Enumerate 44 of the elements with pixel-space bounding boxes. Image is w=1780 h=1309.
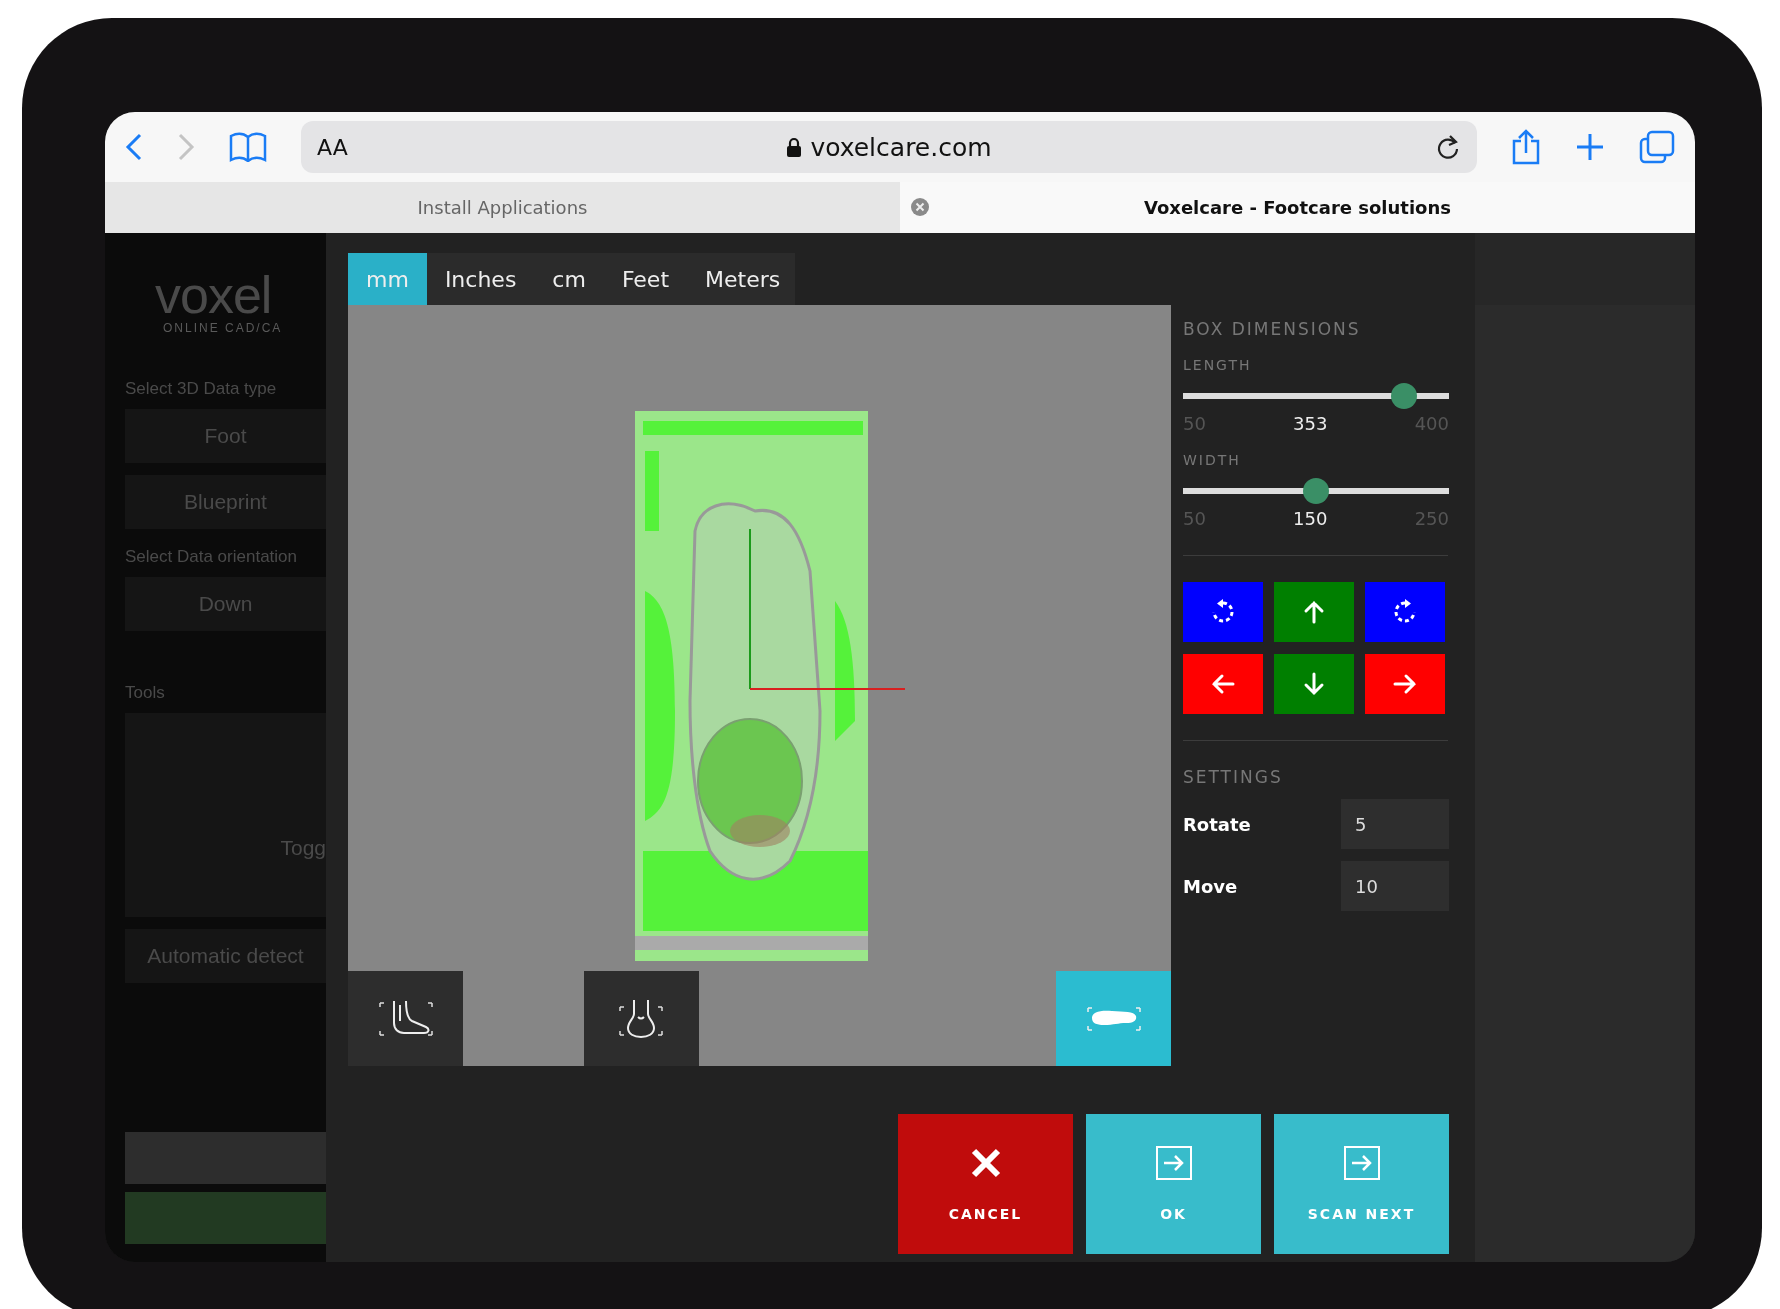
slider-thumb[interactable] <box>1390 383 1417 409</box>
slider-label: LENGTH <box>1183 357 1253 373</box>
section-label: Select Data orientation <box>125 547 298 567</box>
slider-value: 353 <box>1293 413 1328 434</box>
field-label: Move <box>1183 875 1238 897</box>
book-icon[interactable] <box>229 132 267 162</box>
url-text: voxelcare.com <box>810 132 992 162</box>
unit-tab[interactable]: Feet <box>603 253 688 305</box>
browser-tab[interactable]: Voxelcare - Footcare solutions <box>900 182 1695 233</box>
move-button[interactable] <box>1183 654 1263 714</box>
tabs-icon[interactable] <box>1639 130 1675 164</box>
section-title: SETTINGS <box>1183 767 1284 787</box>
browser-tab[interactable]: Install Applications <box>105 182 900 233</box>
plus-icon[interactable] <box>1575 132 1605 162</box>
lock-icon <box>786 137 803 157</box>
text-size-button[interactable]: AA <box>317 134 348 160</box>
section-label: Tools <box>125 683 166 703</box>
cancel-button[interactable]: CANCEL <box>898 1114 1073 1254</box>
number-field[interactable]: 5 <box>1341 799 1449 849</box>
back-icon[interactable] <box>125 132 143 162</box>
logo-text: voxel <box>155 269 272 321</box>
reload-icon[interactable] <box>1435 133 1461 161</box>
close-icon[interactable] <box>910 197 930 217</box>
unit-tab[interactable]: Inches <box>426 253 535 305</box>
move-button[interactable] <box>1274 654 1354 714</box>
view-button[interactable] <box>583 971 699 1066</box>
slider-value: 150 <box>1293 508 1328 529</box>
section-title: BOX DIMENSIONS <box>1183 319 1362 339</box>
slider-thumb[interactable] <box>1303 478 1329 504</box>
field-label: Rotate <box>1183 813 1251 835</box>
slider-label: WIDTH <box>1183 452 1242 468</box>
unit-tab[interactable]: Meters <box>687 253 799 305</box>
share-icon[interactable] <box>1511 129 1541 165</box>
move-button[interactable] <box>1183 582 1263 642</box>
address-bar[interactable]: AA voxelcare.com <box>301 121 1477 173</box>
move-button[interactable] <box>1274 582 1354 642</box>
view-button[interactable] <box>348 971 463 1066</box>
logo-tagline: ONLINE CAD/CA <box>163 321 284 335</box>
section-label: Select 3D Data type <box>125 379 278 399</box>
unit-tab[interactable]: cm <box>534 253 604 305</box>
move-button[interactable] <box>1365 582 1445 642</box>
move-button[interactable] <box>1365 654 1445 714</box>
3d-viewer[interactable] <box>348 305 1171 1066</box>
number-field[interactable]: 10 <box>1341 861 1449 911</box>
